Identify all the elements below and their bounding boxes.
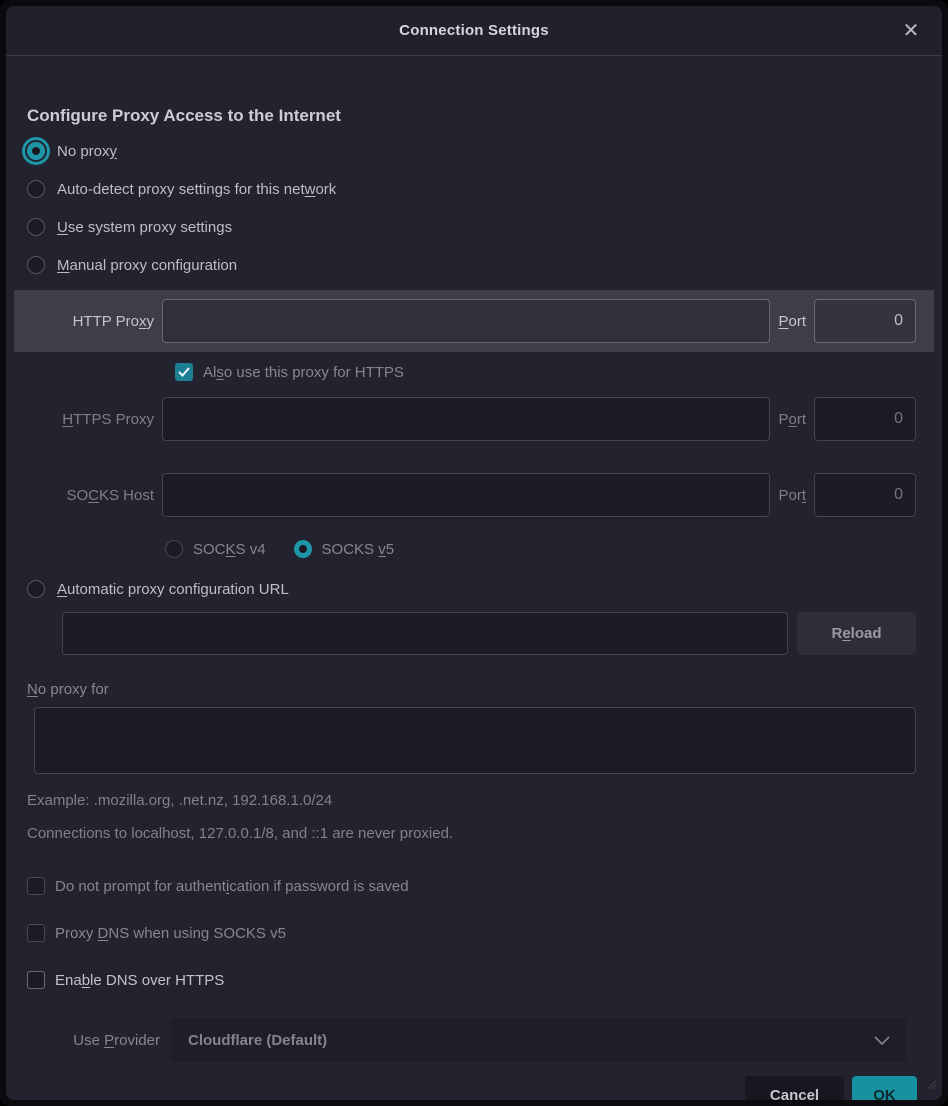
socks-host-input[interactable] xyxy=(162,473,770,517)
use-provider-label: Use Provider xyxy=(14,1032,172,1049)
checkbox-also-https[interactable] xyxy=(175,363,193,381)
reload-button[interactable]: Reload xyxy=(797,612,916,655)
socks-v4-label: SOCKS v4 xyxy=(193,541,266,558)
enable-doh-row[interactable]: Enable DNS over HTTPS xyxy=(27,968,934,992)
http-port-input[interactable] xyxy=(814,299,916,343)
enable-doh-label: Enable DNS over HTTPS xyxy=(55,972,224,989)
close-icon[interactable]: ✕ xyxy=(894,14,928,48)
checkbox-proxy-dns[interactable] xyxy=(27,924,45,942)
http-port-label: Port xyxy=(778,313,814,330)
socks-host-row: SOCKS Host Port xyxy=(14,464,934,526)
radio-no-proxy[interactable] xyxy=(27,142,45,160)
no-proxy-for-textarea[interactable] xyxy=(34,707,916,774)
checkbox-no-prompt[interactable] xyxy=(27,877,45,895)
dialog-footer: Cancel OK xyxy=(14,1076,917,1100)
radio-row-auto-url[interactable]: Automatic proxy configuration URL xyxy=(27,570,934,608)
https-port-input[interactable] xyxy=(814,397,916,441)
dialog-titlebar: Connection Settings ✕ xyxy=(6,6,942,56)
radio-auto-url[interactable] xyxy=(27,580,45,598)
radio-row-use-system[interactable]: Use system proxy settings xyxy=(27,208,934,246)
cancel-button[interactable]: Cancel xyxy=(745,1076,844,1100)
radio-manual[interactable] xyxy=(27,256,45,274)
socks-port-label: Port xyxy=(778,487,814,504)
checkbox-enable-doh[interactable] xyxy=(27,971,45,989)
also-https-label: Also use this proxy for HTTPS xyxy=(203,364,404,381)
also-https-row[interactable]: Also use this proxy for HTTPS xyxy=(175,360,934,384)
https-proxy-row: HTTPS Proxy Port xyxy=(14,388,934,450)
https-proxy-input[interactable] xyxy=(162,397,770,441)
no-prompt-row[interactable]: Do not prompt for authentication if pass… xyxy=(27,874,934,898)
proxy-dns-row[interactable]: Proxy DNS when using SOCKS v5 xyxy=(27,921,934,945)
dialog-content: Configure Proxy Access to the Internet N… xyxy=(6,56,942,1100)
localhost-note: Connections to localhost, 127.0.0.1/8, a… xyxy=(27,825,934,842)
https-port-label: Port xyxy=(778,411,814,428)
radio-use-system[interactable] xyxy=(27,218,45,236)
radio-use-system-label: Use system proxy settings xyxy=(57,219,232,236)
provider-row: Use Provider Cloudflare (Default) xyxy=(14,1018,934,1062)
radio-auto-url-label: Automatic proxy configuration URL xyxy=(57,581,289,598)
radio-manual-label: Manual proxy configuration xyxy=(57,257,237,274)
no-proxy-for-label: No proxy for xyxy=(27,681,934,698)
radio-auto-detect[interactable] xyxy=(27,180,45,198)
http-proxy-row: HTTP Proxy Port xyxy=(14,290,934,352)
chevron-down-icon xyxy=(874,1036,890,1045)
no-prompt-label: Do not prompt for authentication if pass… xyxy=(55,878,409,895)
radio-row-no-proxy[interactable]: No proxy xyxy=(27,132,934,170)
checkmark-icon xyxy=(178,367,190,377)
radio-socks-v5[interactable] xyxy=(294,540,312,558)
example-note: Example: .mozilla.org, .net.nz, 192.168.… xyxy=(27,792,934,809)
ok-button[interactable]: OK xyxy=(852,1076,917,1100)
page-title: Configure Proxy Access to the Internet xyxy=(27,106,934,126)
radio-row-manual[interactable]: Manual proxy configuration xyxy=(27,246,934,284)
socks-port-input[interactable] xyxy=(814,473,916,517)
auto-config-url-row: Reload xyxy=(62,612,916,655)
radio-socks-v4[interactable] xyxy=(165,540,183,558)
dialog-title: Connection Settings xyxy=(399,22,549,39)
auto-config-url-input[interactable] xyxy=(62,612,788,655)
http-proxy-input[interactable] xyxy=(162,299,770,343)
dialog-frame: Connection Settings ✕ Configure Proxy Ac… xyxy=(0,0,948,1106)
resize-grip[interactable] xyxy=(925,1077,937,1095)
https-proxy-label: HTTPS Proxy xyxy=(14,411,162,428)
radio-row-auto-detect[interactable]: Auto-detect proxy settings for this netw… xyxy=(27,170,934,208)
socks-host-label: SOCKS Host xyxy=(14,487,162,504)
socks-version-row: SOCKS v4 SOCKS v5 xyxy=(165,536,934,562)
radio-no-proxy-label: No proxy xyxy=(57,143,117,160)
provider-dropdown[interactable]: Cloudflare (Default) xyxy=(172,1018,906,1062)
socks-v5-label: SOCKS v5 xyxy=(322,541,395,558)
connection-settings-dialog: Connection Settings ✕ Configure Proxy Ac… xyxy=(6,6,942,1100)
radio-auto-detect-label: Auto-detect proxy settings for this netw… xyxy=(57,181,336,198)
proxy-dns-label: Proxy DNS when using SOCKS v5 xyxy=(55,925,286,942)
provider-selected-value: Cloudflare (Default) xyxy=(188,1032,327,1049)
http-proxy-label: HTTP Proxy xyxy=(14,313,162,330)
